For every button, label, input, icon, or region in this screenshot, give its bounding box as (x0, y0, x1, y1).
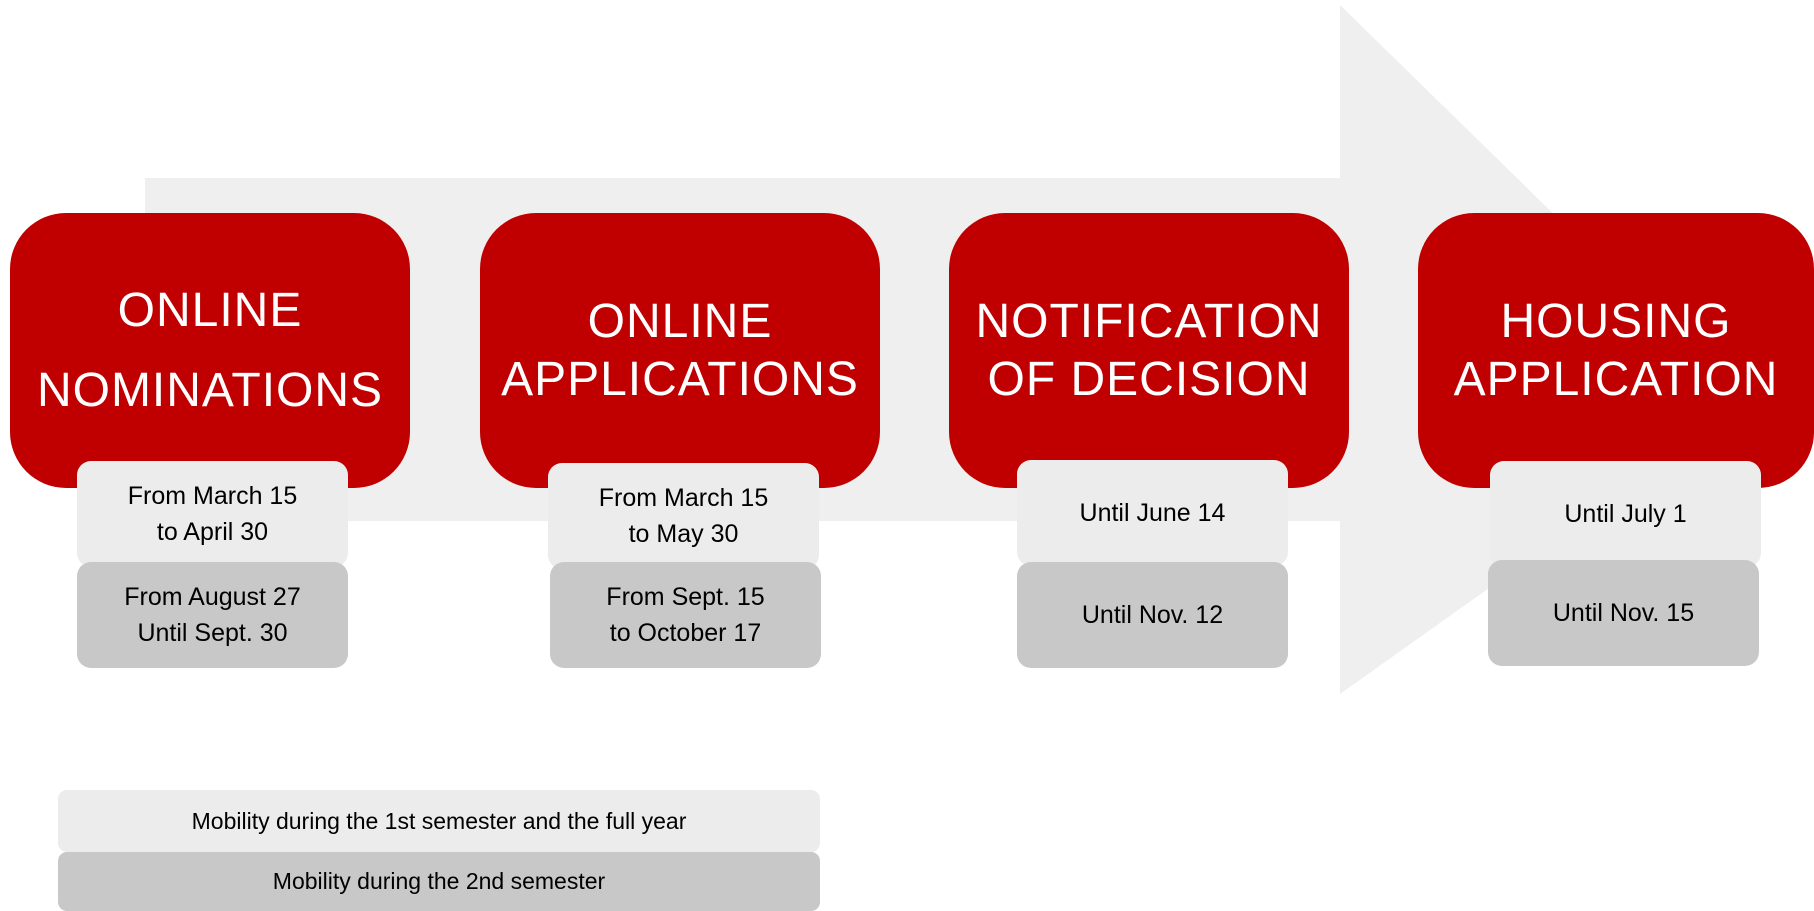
step-title: NOTIFICATION OF DECISION (975, 294, 1323, 406)
second-period-dates: From August 27 Until Sept. 30 (77, 562, 348, 668)
legend-second-semester: Mobility during the 2nd semester (58, 852, 820, 911)
second-period-dates: Until Nov. 15 (1488, 560, 1759, 666)
step-housing-application: HOUSING APPLICATION (1418, 213, 1814, 488)
timeline-diagram: ONLINE NOMINATIONS From March 15 to Apri… (0, 0, 1814, 911)
first-period-dates: From March 15 to May 30 (548, 463, 819, 569)
step-online-nominations: ONLINE NOMINATIONS (10, 213, 410, 488)
step-title: ONLINE NOMINATIONS (36, 283, 384, 417)
step-title: HOUSING APPLICATION (1453, 294, 1779, 406)
first-period-dates: Until June 14 (1017, 460, 1288, 566)
first-period-dates: Until July 1 (1490, 461, 1761, 567)
legend-first-semester: Mobility during the 1st semester and the… (58, 790, 820, 852)
second-period-dates: Until Nov. 12 (1017, 562, 1288, 668)
first-period-dates: From March 15 to April 30 (77, 461, 348, 567)
step-online-applications: ONLINE APPLICATIONS (480, 213, 880, 488)
step-title: ONLINE APPLICATIONS (501, 294, 859, 406)
second-period-dates: From Sept. 15 to October 17 (550, 562, 821, 668)
step-notification-of-decision: NOTIFICATION OF DECISION (949, 213, 1349, 488)
